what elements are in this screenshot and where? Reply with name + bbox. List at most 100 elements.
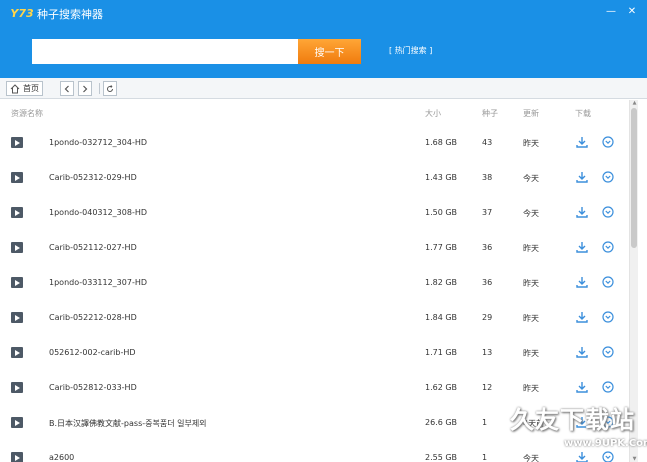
resource-name: 1pondo-040312_308-HD (49, 208, 148, 217)
resource-name: a2600 (49, 453, 75, 462)
resource-name: 052612-002-carib-HD (49, 348, 136, 357)
resource-updated: 昨天 (523, 244, 539, 253)
scroll-thumb[interactable] (631, 108, 637, 248)
download-icon[interactable] (575, 345, 589, 359)
resource-updated: 今天 (523, 209, 539, 218)
resource-size: 1.43 GB (425, 173, 458, 182)
resource-updated: 昨天 (523, 314, 539, 323)
resource-size: 1.62 GB (425, 383, 458, 392)
watermark: 久友下载站 www.9UPK.Com (506, 398, 647, 462)
table-row[interactable]: 1pondo-033112_307-HD 1.82 GB 36 昨天 (0, 264, 629, 299)
watermark-url: www.9UPK.Com (564, 438, 647, 449)
resource-seeds: 36 (482, 243, 493, 252)
play-icon[interactable] (11, 137, 23, 148)
play-icon[interactable] (11, 172, 23, 183)
resource-name: 1pondo-033112_307-HD (49, 278, 148, 287)
table-row[interactable]: 1pondo-040312_308-HD 1.50 GB 37 今天 (0, 194, 629, 229)
download-icon[interactable] (575, 380, 589, 394)
home-icon (10, 83, 20, 93)
resource-updated: 昨天 (523, 384, 539, 393)
home-button[interactable]: 首页 (6, 81, 43, 96)
play-icon[interactable] (11, 207, 23, 218)
chevron-down-icon[interactable] (602, 276, 614, 288)
play-icon[interactable] (11, 312, 23, 323)
refresh-button[interactable] (103, 81, 117, 96)
download-icon[interactable] (575, 240, 589, 254)
download-icon[interactable] (575, 135, 589, 149)
resource-size: 1.50 GB (425, 208, 458, 217)
table-row[interactable]: Carib-052112-027-HD 1.77 GB 36 昨天 (0, 229, 629, 264)
hot-search-link[interactable]: [ 热门搜索 ] (389, 45, 432, 56)
table-row[interactable]: 1pondo-032712_304-HD 1.68 GB 43 昨天 (0, 124, 629, 159)
play-icon[interactable] (11, 347, 23, 358)
chevron-down-icon[interactable] (602, 136, 614, 148)
chevron-down-icon[interactable] (602, 346, 614, 358)
header-download: 下载 (575, 109, 591, 118)
chevron-right-icon (83, 85, 88, 92)
resource-updated: 昨天 (523, 139, 539, 148)
resource-name: Carib-052112-027-HD (49, 243, 137, 252)
table-row[interactable]: 052612-002-carib-HD 1.71 GB 13 昨天 (0, 334, 629, 369)
resource-size: 1.68 GB (425, 138, 458, 147)
title-bar: Y73 种子搜索神器 — ✕ 搜一下 [ 热门搜索 ] (0, 0, 647, 78)
chevron-left-icon (64, 85, 69, 92)
download-icon[interactable] (575, 275, 589, 289)
resource-seeds: 37 (482, 208, 493, 217)
resource-size: 1.84 GB (425, 313, 458, 322)
resource-seeds: 1 (482, 418, 488, 427)
chevron-down-icon[interactable] (602, 206, 614, 218)
chevron-down-icon[interactable] (602, 311, 614, 323)
resource-name: Carib-052212-028-HD (49, 313, 137, 322)
resource-size: 2.55 GB (425, 453, 458, 462)
resource-seeds: 43 (482, 138, 493, 147)
resource-seeds: 1 (482, 453, 488, 462)
chevron-down-icon[interactable] (602, 171, 614, 183)
resource-updated: 昨天 (523, 279, 539, 288)
back-button[interactable] (60, 81, 74, 96)
resource-seeds: 38 (482, 173, 493, 182)
table-row[interactable]: Carib-052212-028-HD 1.84 GB 29 昨天 (0, 299, 629, 334)
download-icon[interactable] (575, 205, 589, 219)
play-icon[interactable] (11, 382, 23, 393)
table-header: 资源名称 大小 种子 更新 下载 (0, 100, 629, 124)
app-logo: Y73 (10, 6, 34, 20)
resource-size: 1.71 GB (425, 348, 458, 357)
header-seeds[interactable]: 种子 (482, 108, 498, 119)
chevron-down-icon[interactable] (602, 241, 614, 253)
resource-seeds: 12 (482, 383, 493, 392)
toolbar-divider (99, 83, 100, 94)
resource-name: Carib-052312-029-HD (49, 173, 137, 182)
resource-seeds: 29 (482, 313, 493, 322)
play-icon[interactable] (11, 417, 23, 428)
table-row[interactable]: Carib-052312-029-HD 1.43 GB 38 今天 (0, 159, 629, 194)
toolbar: 首页 (0, 78, 647, 99)
resource-seeds: 13 (482, 348, 493, 357)
resource-size: 1.77 GB (425, 243, 458, 252)
resource-updated: 今天 (523, 174, 539, 183)
play-icon[interactable] (11, 242, 23, 253)
resource-name: B.日本汉譯佛教文献-pass-중복품더 일부제외 (49, 419, 207, 428)
close-button[interactable]: ✕ (624, 4, 640, 18)
header-updated[interactable]: 更新 (523, 108, 539, 119)
search-input[interactable] (32, 39, 298, 64)
watermark-title: 久友下载站 (510, 406, 635, 434)
resource-seeds: 36 (482, 278, 493, 287)
scroll-up-arrow[interactable]: ▲ (631, 100, 638, 106)
resource-size: 26.6 GB (425, 418, 458, 427)
forward-button[interactable] (78, 81, 92, 96)
resource-size: 1.82 GB (425, 278, 458, 287)
download-icon[interactable] (575, 170, 589, 184)
header-name[interactable]: 资源名称 (11, 108, 43, 119)
resource-updated: 昨天 (523, 349, 539, 358)
download-icon[interactable] (575, 310, 589, 324)
play-icon[interactable] (11, 277, 23, 288)
resource-name: 1pondo-032712_304-HD (49, 138, 148, 147)
app-title: 种子搜索神器 (37, 8, 103, 21)
search-button[interactable]: 搜一下 (298, 39, 361, 64)
header-size[interactable]: 大小 (425, 108, 441, 119)
minimize-button[interactable]: — (603, 4, 619, 18)
chevron-down-icon[interactable] (602, 381, 614, 393)
home-label: 首页 (23, 84, 39, 93)
play-icon[interactable] (11, 452, 23, 462)
refresh-icon (107, 84, 113, 92)
